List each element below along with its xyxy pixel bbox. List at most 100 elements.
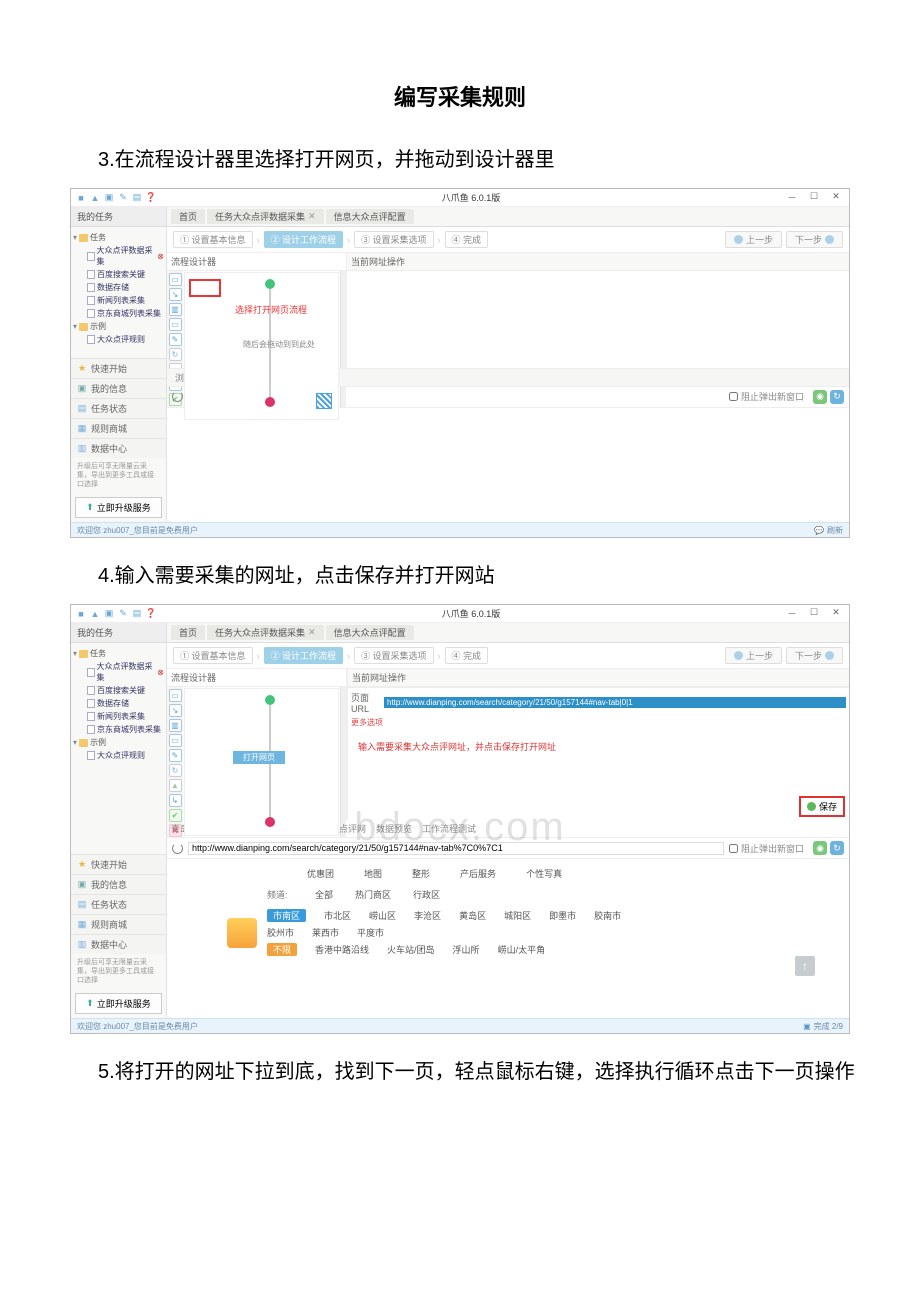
more-options-link[interactable]: 更多选项: [351, 717, 383, 728]
data-center-button[interactable]: ▥数据中心: [71, 438, 166, 458]
end-node[interactable]: [265, 817, 275, 827]
nav-link[interactable]: 地图: [364, 867, 382, 880]
max-button[interactable]: ☐: [807, 607, 821, 620]
tool-input-icon[interactable]: ✎: [169, 749, 182, 762]
block-popup-checkbox[interactable]: 阻止弹出新窗口: [729, 842, 804, 855]
wizard-step-1[interactable]: ① 设置基本信息: [173, 647, 253, 664]
tree-item[interactable]: 大众点评数据采集⊗: [73, 244, 164, 268]
browser-view[interactable]: 优惠团 地图 整形 产后服务 个性写真 频道: 全部 热门商区 行政区: [167, 859, 849, 1018]
wizard-step-3[interactable]: ③ 设置采集选项: [354, 231, 434, 248]
tree-root[interactable]: ▾任务: [73, 647, 164, 660]
filter-link[interactable]: 行政区: [413, 888, 440, 901]
hot-tag-active[interactable]: 不限: [267, 943, 297, 956]
tb-icon[interactable]: ■: [75, 608, 87, 620]
task-status-button[interactable]: ▤任务状态: [71, 894, 166, 914]
task-status-button[interactable]: ▤任务状态: [71, 398, 166, 418]
next-step-button[interactable]: 下一步: [786, 647, 843, 664]
nav-link[interactable]: 整形: [412, 867, 430, 880]
tree-item[interactable]: 百度搜索关键: [73, 684, 164, 697]
globe-icon[interactable]: ◉: [813, 841, 827, 855]
start-node[interactable]: [265, 695, 275, 705]
address-bar[interactable]: http://www.dianping.com/search/category/…: [188, 842, 724, 855]
tab-task[interactable]: 任务大众点评数据采集✕: [207, 209, 324, 224]
district-link[interactable]: 胶州市: [267, 926, 294, 939]
tab-info[interactable]: 信息大众点评配置: [326, 625, 414, 640]
browser-view[interactable]: [167, 408, 849, 523]
tree-item[interactable]: 百度搜索关键: [73, 268, 164, 281]
refresh-blue-icon[interactable]: ↻: [830, 841, 844, 855]
district-link[interactable]: 莱西市: [312, 926, 339, 939]
hot-link[interactable]: 崂山/太平角: [498, 943, 546, 956]
tool-click-icon[interactable]: ↘: [169, 288, 182, 301]
refresh-icon[interactable]: [172, 843, 183, 854]
district-link[interactable]: 城阳区: [504, 909, 531, 922]
tool-open-page-icon[interactable]: ▭: [169, 273, 182, 286]
chat-icon[interactable]: 💬: [814, 526, 824, 535]
wizard-step-4[interactable]: ④ 完成: [445, 231, 489, 248]
tb-icon[interactable]: ✎: [117, 608, 129, 620]
wizard-step-4[interactable]: ④ 完成: [445, 647, 489, 664]
flow-canvas[interactable]: 选择打开网页流程 随后会拖动到到此处: [184, 272, 339, 420]
close-button[interactable]: ✕: [829, 191, 843, 204]
tree-item[interactable]: 京东商城列表采集: [73, 723, 164, 736]
filter-link[interactable]: 热门商区: [355, 888, 391, 901]
district-link[interactable]: 崂山区: [369, 909, 396, 922]
tool-extract-icon[interactable]: ▭: [169, 318, 182, 331]
tb-icon[interactable]: ▣: [103, 608, 115, 620]
tool-loop-icon[interactable]: ▥: [169, 303, 182, 316]
my-info-button[interactable]: ▣我的信息: [71, 874, 166, 894]
subtab-test[interactable]: 工作流程测试: [422, 822, 476, 835]
open-page-node[interactable]: 打开网页: [233, 751, 285, 764]
upgrade-button[interactable]: ⬆立即升级服务: [75, 497, 162, 518]
rule-market-button[interactable]: ▦规则商城: [71, 914, 166, 934]
tree-item[interactable]: 新闻列表采集: [73, 710, 164, 723]
quick-start-button[interactable]: ★快速开始: [71, 854, 166, 874]
max-button[interactable]: ☐: [807, 191, 821, 204]
tab-task[interactable]: 任务大众点评数据采集✕: [207, 625, 324, 640]
nav-link[interactable]: 产后服务: [460, 867, 496, 880]
tb-icon[interactable]: ▣: [103, 192, 115, 204]
tb-icon[interactable]: ❓: [145, 608, 157, 620]
tb-icon[interactable]: ▤: [131, 608, 143, 620]
tab-home[interactable]: 首页: [171, 209, 205, 224]
tb-icon[interactable]: ✎: [117, 192, 129, 204]
district-link[interactable]: 平度市: [357, 926, 384, 939]
nav-link[interactable]: 优惠团: [307, 867, 334, 880]
close-icon[interactable]: ✕: [308, 627, 316, 638]
tool-click-icon[interactable]: ↘: [169, 704, 182, 717]
tool-switch-icon[interactable]: ↻: [169, 348, 182, 361]
district-tag-active[interactable]: 市南区: [267, 909, 306, 922]
min-button[interactable]: －: [785, 191, 799, 204]
refresh-blue-icon[interactable]: ↻: [830, 390, 844, 404]
next-step-button[interactable]: 下一步: [786, 231, 843, 248]
prev-step-button[interactable]: 上一步: [725, 647, 782, 664]
tb-icon[interactable]: ▲: [89, 608, 101, 620]
hot-link[interactable]: 火车站/团岛: [387, 943, 435, 956]
tree-root[interactable]: ▾任务: [73, 231, 164, 244]
tool-switch-icon[interactable]: ↻: [169, 764, 182, 777]
wizard-step-2[interactable]: ② 设计工作流程: [264, 231, 344, 248]
url-input[interactable]: [384, 697, 846, 708]
tool-condition-icon[interactable]: ▲: [169, 779, 182, 792]
district-link[interactable]: 即墨市: [549, 909, 576, 922]
tree-item[interactable]: 新闻列表采集: [73, 294, 164, 307]
tool-input-icon[interactable]: ✎: [169, 333, 182, 346]
district-link[interactable]: 市北区: [324, 909, 351, 922]
refresh-icon[interactable]: [172, 391, 183, 402]
back-to-top-button[interactable]: ↑: [795, 956, 815, 976]
canvas-scroll-y[interactable]: [340, 687, 346, 837]
district-link[interactable]: 黄岛区: [459, 909, 486, 922]
tree-item[interactable]: 京东商城列表采集: [73, 307, 164, 320]
tree-item[interactable]: 大众点评规则: [73, 749, 164, 762]
tree-item[interactable]: 大众点评数据采集⊗: [73, 660, 164, 684]
wizard-step-1[interactable]: ① 设置基本信息: [173, 231, 253, 248]
wizard-step-3[interactable]: ③ 设置采集选项: [354, 647, 434, 664]
subtab-preview[interactable]: 数据预览: [376, 822, 412, 835]
district-link[interactable]: 胶南市: [594, 909, 621, 922]
tree-item[interactable]: 数据存储: [73, 281, 164, 294]
flow-canvas[interactable]: 打开网页: [184, 688, 339, 836]
min-button[interactable]: －: [785, 607, 799, 620]
globe-icon[interactable]: ◉: [813, 390, 827, 404]
prev-step-button[interactable]: 上一步: [725, 231, 782, 248]
start-node[interactable]: [265, 279, 275, 289]
